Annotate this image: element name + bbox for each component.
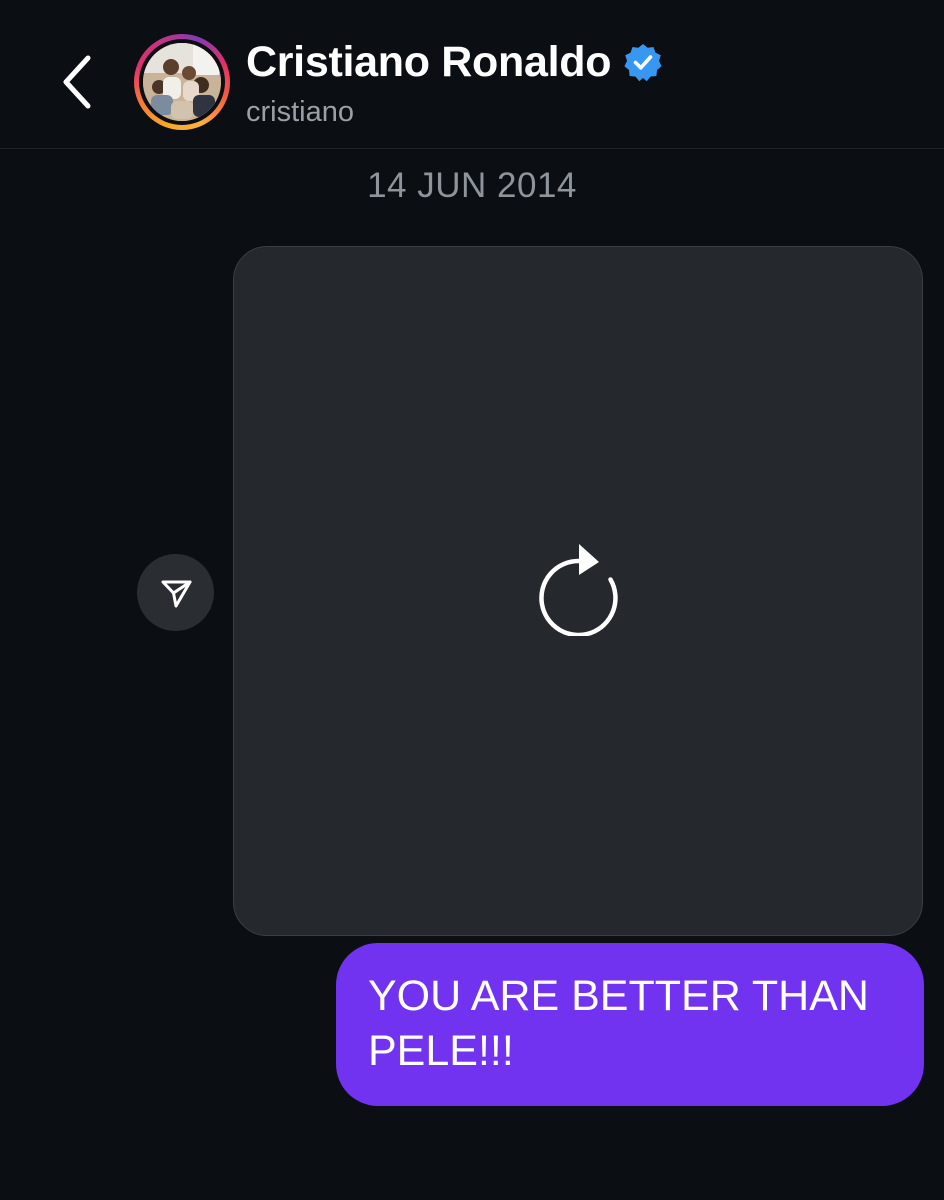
back-button[interactable]: [52, 50, 102, 114]
chat-header: Cristiano Ronaldo cristiano: [0, 0, 944, 149]
contact-name-row[interactable]: Cristiano Ronaldo: [246, 36, 663, 88]
share-button[interactable]: [137, 554, 214, 631]
media-message[interactable]: [233, 246, 923, 936]
send-icon: [161, 580, 192, 608]
verified-badge-icon: [624, 44, 662, 82]
outgoing-message-bubble[interactable]: YOU ARE BETTER THAN PELE!!!: [336, 943, 924, 1106]
avatar-photo: [143, 43, 221, 121]
contact-name: Cristiano Ronaldo: [246, 37, 612, 86]
chevron-left-icon: [63, 55, 91, 109]
profile-avatar[interactable]: [134, 34, 230, 130]
reload-icon[interactable]: [537, 540, 621, 636]
contact-username: cristiano: [246, 96, 354, 128]
date-separator: 14 JUN 2014: [367, 166, 577, 205]
